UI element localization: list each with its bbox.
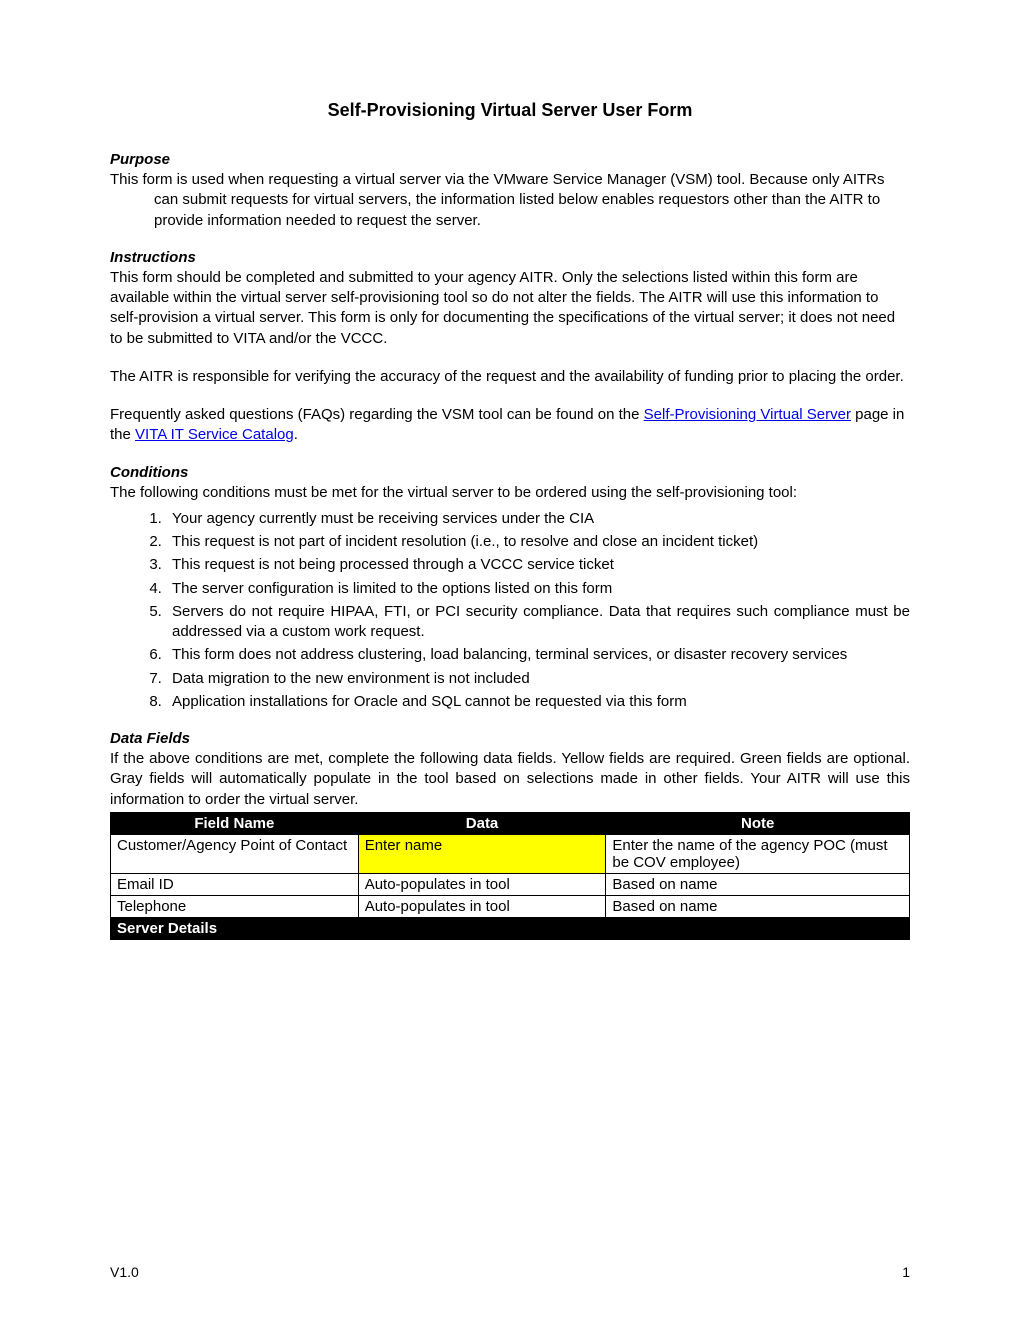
table-section-row: Server Details [111, 917, 910, 939]
faq-pretext: Frequently asked questions (FAQs) regard… [110, 406, 644, 423]
section-server-details: Server Details [111, 917, 910, 939]
condition-item: Servers do not require HIPAA, FTI, or PC… [166, 602, 910, 643]
page-footer: V1.0 1 [110, 1264, 910, 1280]
condition-item: This request is not part of incident res… [166, 532, 910, 552]
cell-data-auto: Auto-populates in tool [358, 895, 606, 917]
conditions-intro: The following conditions must be met for… [110, 483, 910, 503]
cell-note: Enter the name of the agency POC (must b… [606, 834, 910, 873]
condition-item: Data migration to the new environment is… [166, 669, 910, 689]
purpose-heading: Purpose [110, 151, 910, 168]
link-self-provisioning[interactable]: Self-Provisioning Virtual Server [644, 406, 851, 423]
data-fields-table: Field Name Data Note Customer/Agency Poi… [110, 812, 910, 940]
link-service-catalog[interactable]: VITA IT Service Catalog [135, 426, 294, 443]
conditions-heading: Conditions [110, 464, 910, 481]
col-note: Note [606, 812, 910, 834]
cell-note: Based on name [606, 873, 910, 895]
instructions-para2: The AITR is responsible for verifying th… [110, 367, 910, 387]
cell-data-auto: Auto-populates in tool [358, 873, 606, 895]
instructions-heading: Instructions [110, 249, 910, 266]
document-page: Self-Provisioning Virtual Server User Fo… [0, 0, 1020, 1320]
datafields-heading: Data Fields [110, 730, 910, 747]
condition-item: Your agency currently must be receiving … [166, 509, 910, 529]
condition-item: This request is not being processed thro… [166, 555, 910, 575]
condition-item: The server configuration is limited to t… [166, 579, 910, 599]
page-title: Self-Provisioning Virtual Server User Fo… [110, 100, 910, 121]
table-row: Telephone Auto-populates in tool Based o… [111, 895, 910, 917]
conditions-list: Your agency currently must be receiving … [110, 509, 910, 712]
cell-field: Customer/Agency Point of Contact [111, 834, 359, 873]
instructions-faq: Frequently asked questions (FAQs) regard… [110, 405, 910, 446]
col-field-name: Field Name [111, 812, 359, 834]
cell-data-required[interactable]: Enter name [358, 834, 606, 873]
cell-field: Telephone [111, 895, 359, 917]
cell-field: Email ID [111, 873, 359, 895]
condition-item: This form does not address clustering, l… [166, 645, 910, 665]
col-data: Data [358, 812, 606, 834]
datafields-intro: If the above conditions are met, complet… [110, 749, 910, 810]
faq-posttext: . [294, 426, 298, 443]
instructions-para1: This form should be completed and submit… [110, 268, 910, 349]
table-header-row: Field Name Data Note [111, 812, 910, 834]
purpose-text: This form is used when requesting a virt… [110, 170, 910, 231]
cell-note: Based on name [606, 895, 910, 917]
table-row: Customer/Agency Point of Contact Enter n… [111, 834, 910, 873]
condition-item: Application installations for Oracle and… [166, 692, 910, 712]
version-label: V1.0 [110, 1264, 139, 1280]
page-number: 1 [902, 1264, 910, 1280]
table-row: Email ID Auto-populates in tool Based on… [111, 873, 910, 895]
